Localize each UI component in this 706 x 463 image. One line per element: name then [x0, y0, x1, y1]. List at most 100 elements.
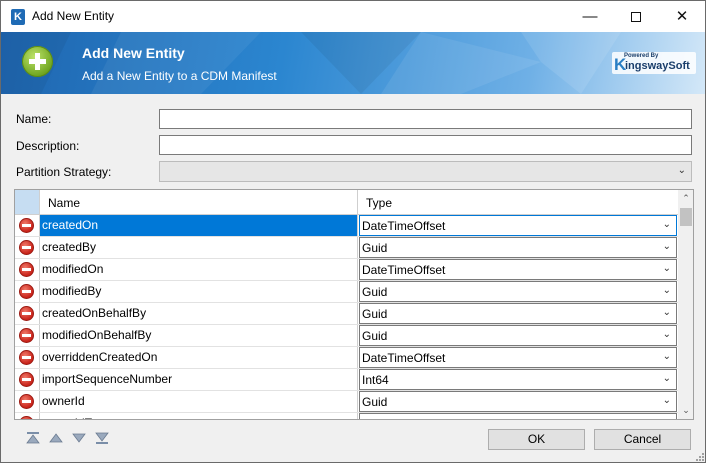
table-row[interactable]: modifiedBy Guid ⌄ [15, 281, 678, 303]
attribute-type-select[interactable]: Guid ⌄ [359, 237, 677, 258]
minimize-button[interactable]: — [567, 1, 613, 32]
move-up-button[interactable] [48, 431, 64, 445]
chevron-down-icon: ⌄ [662, 219, 671, 230]
name-label: Name: [16, 112, 52, 126]
attribute-type-select[interactable]: Guid ⌄ [359, 281, 677, 302]
row-header[interactable] [15, 391, 40, 412]
scroll-down-icon[interactable]: ⌄ [678, 402, 693, 419]
table-row[interactable]: ownerIdType String ⌄ [15, 413, 678, 419]
attribute-name-cell[interactable]: createdOnBehalfBy [40, 303, 358, 324]
attribute-type-cell[interactable]: Guid ⌄ [358, 391, 678, 412]
move-down-icon [72, 433, 86, 443]
table-row[interactable]: ownerId Guid ⌄ [15, 391, 678, 413]
close-button[interactable]: ✕ [659, 1, 705, 32]
row-header[interactable] [15, 215, 40, 236]
column-header-type[interactable]: Type [358, 190, 678, 214]
row-header[interactable] [15, 325, 40, 346]
attribute-name-cell[interactable]: modifiedOnBehalfBy [40, 325, 358, 346]
maximize-button[interactable] [613, 1, 659, 32]
row-header[interactable] [15, 347, 40, 368]
remove-icon[interactable] [19, 284, 34, 299]
move-top-icon [26, 432, 40, 444]
remove-icon[interactable] [19, 306, 34, 321]
move-top-button[interactable] [25, 431, 41, 445]
partition-strategy-label: Partition Strategy: [16, 165, 112, 179]
remove-icon[interactable] [19, 262, 34, 277]
attribute-name-cell[interactable]: createdOn [40, 215, 358, 236]
remove-icon[interactable] [19, 350, 34, 365]
table-row[interactable]: modifiedOnBehalfBy Guid ⌄ [15, 325, 678, 347]
attribute-name-cell[interactable]: importSequenceNumber [40, 369, 358, 390]
remove-icon[interactable] [19, 328, 34, 343]
move-up-icon [49, 433, 63, 443]
attribute-type-select[interactable]: Int64 ⌄ [359, 369, 677, 390]
row-header[interactable] [15, 413, 40, 419]
attribute-type-cell[interactable]: String ⌄ [358, 413, 678, 419]
attribute-name-cell[interactable]: modifiedBy [40, 281, 358, 302]
row-header[interactable] [15, 303, 40, 324]
move-bottom-button[interactable] [94, 431, 110, 445]
name-input[interactable] [159, 109, 692, 129]
remove-icon[interactable] [19, 372, 34, 387]
move-down-button[interactable] [71, 431, 87, 445]
attribute-type-cell[interactable]: Guid ⌄ [358, 325, 678, 346]
table-row[interactable]: createdOnBehalfBy Guid ⌄ [15, 303, 678, 325]
cancel-button[interactable]: Cancel [594, 429, 691, 450]
attribute-name-cell[interactable]: overriddenCreatedOn [40, 347, 358, 368]
remove-icon[interactable] [19, 240, 34, 255]
attribute-type-select[interactable]: Guid ⌄ [359, 303, 677, 324]
chevron-down-icon: ⌄ [662, 241, 671, 252]
attribute-type-select[interactable]: DateTimeOffset ⌄ [359, 259, 677, 280]
partition-strategy-select[interactable]: ⌄ [159, 161, 692, 182]
attribute-type-cell[interactable]: DateTimeOffset ⌄ [358, 347, 678, 368]
attribute-type-cell[interactable]: Guid ⌄ [358, 303, 678, 324]
grid-corner[interactable] [15, 190, 40, 214]
attribute-type-select[interactable]: String ⌄ [359, 413, 677, 419]
row-header[interactable] [15, 281, 40, 302]
attributes-grid: Name Type createdOn DateTimeOffset ⌄ create… [14, 189, 694, 420]
table-row[interactable]: createdOn DateTimeOffset ⌄ [15, 215, 678, 237]
resize-grip-icon[interactable] [695, 452, 705, 462]
description-input[interactable] [159, 135, 692, 155]
attribute-type-cell[interactable]: Guid ⌄ [358, 281, 678, 302]
table-row[interactable]: modifiedOn DateTimeOffset ⌄ [15, 259, 678, 281]
chevron-down-icon: ⌄ [677, 165, 686, 176]
remove-icon[interactable] [19, 416, 34, 419]
grid-vertical-scrollbar[interactable]: ⌃ ⌄ [678, 190, 693, 419]
attribute-type-cell[interactable]: Int64 ⌄ [358, 369, 678, 390]
attribute-name-cell[interactable]: ownerId [40, 391, 358, 412]
attribute-name-cell[interactable]: modifiedOn [40, 259, 358, 280]
remove-icon[interactable] [19, 218, 34, 233]
move-bottom-icon [95, 432, 109, 444]
scroll-thumb[interactable] [680, 208, 692, 226]
attribute-type-value: Int64 [362, 373, 389, 387]
banner-title: Add New Entity [82, 45, 185, 61]
chevron-down-icon: ⌄ [662, 395, 671, 406]
attribute-name-cell[interactable]: ownerIdType [40, 413, 358, 419]
attribute-type-cell[interactable]: Guid ⌄ [358, 237, 678, 258]
chevron-down-icon: ⌄ [662, 373, 671, 384]
row-header[interactable] [15, 237, 40, 258]
attribute-type-cell[interactable]: DateTimeOffset ⌄ [358, 215, 678, 236]
chevron-down-icon: ⌄ [662, 285, 671, 296]
ok-button[interactable]: OK [488, 429, 585, 450]
attribute-type-select[interactable]: Guid ⌄ [359, 325, 677, 346]
attribute-type-cell[interactable]: DateTimeOffset ⌄ [358, 259, 678, 280]
attribute-type-select[interactable]: DateTimeOffset ⌄ [359, 215, 677, 236]
attribute-name-cell[interactable]: createdBy [40, 237, 358, 258]
row-header[interactable] [15, 259, 40, 280]
attribute-type-value: Guid [362, 241, 388, 255]
table-row[interactable]: overriddenCreatedOn DateTimeOffset ⌄ [15, 347, 678, 369]
attribute-type-value: String [362, 417, 393, 419]
scroll-up-icon[interactable]: ⌃ [678, 190, 693, 207]
attribute-type-select[interactable]: Guid ⌄ [359, 391, 677, 412]
table-row[interactable]: createdBy Guid ⌄ [15, 237, 678, 259]
chevron-down-icon: ⌄ [662, 307, 671, 318]
remove-icon[interactable] [19, 394, 34, 409]
chevron-down-icon: ⌄ [663, 417, 671, 419]
table-row[interactable]: importSequenceNumber Int64 ⌄ [15, 369, 678, 391]
row-header[interactable] [15, 369, 40, 390]
column-header-name[interactable]: Name [40, 190, 358, 214]
grid-rows: createdOn DateTimeOffset ⌄ createdBy Guid ⌄ mo… [15, 215, 678, 419]
attribute-type-select[interactable]: DateTimeOffset ⌄ [359, 347, 677, 368]
